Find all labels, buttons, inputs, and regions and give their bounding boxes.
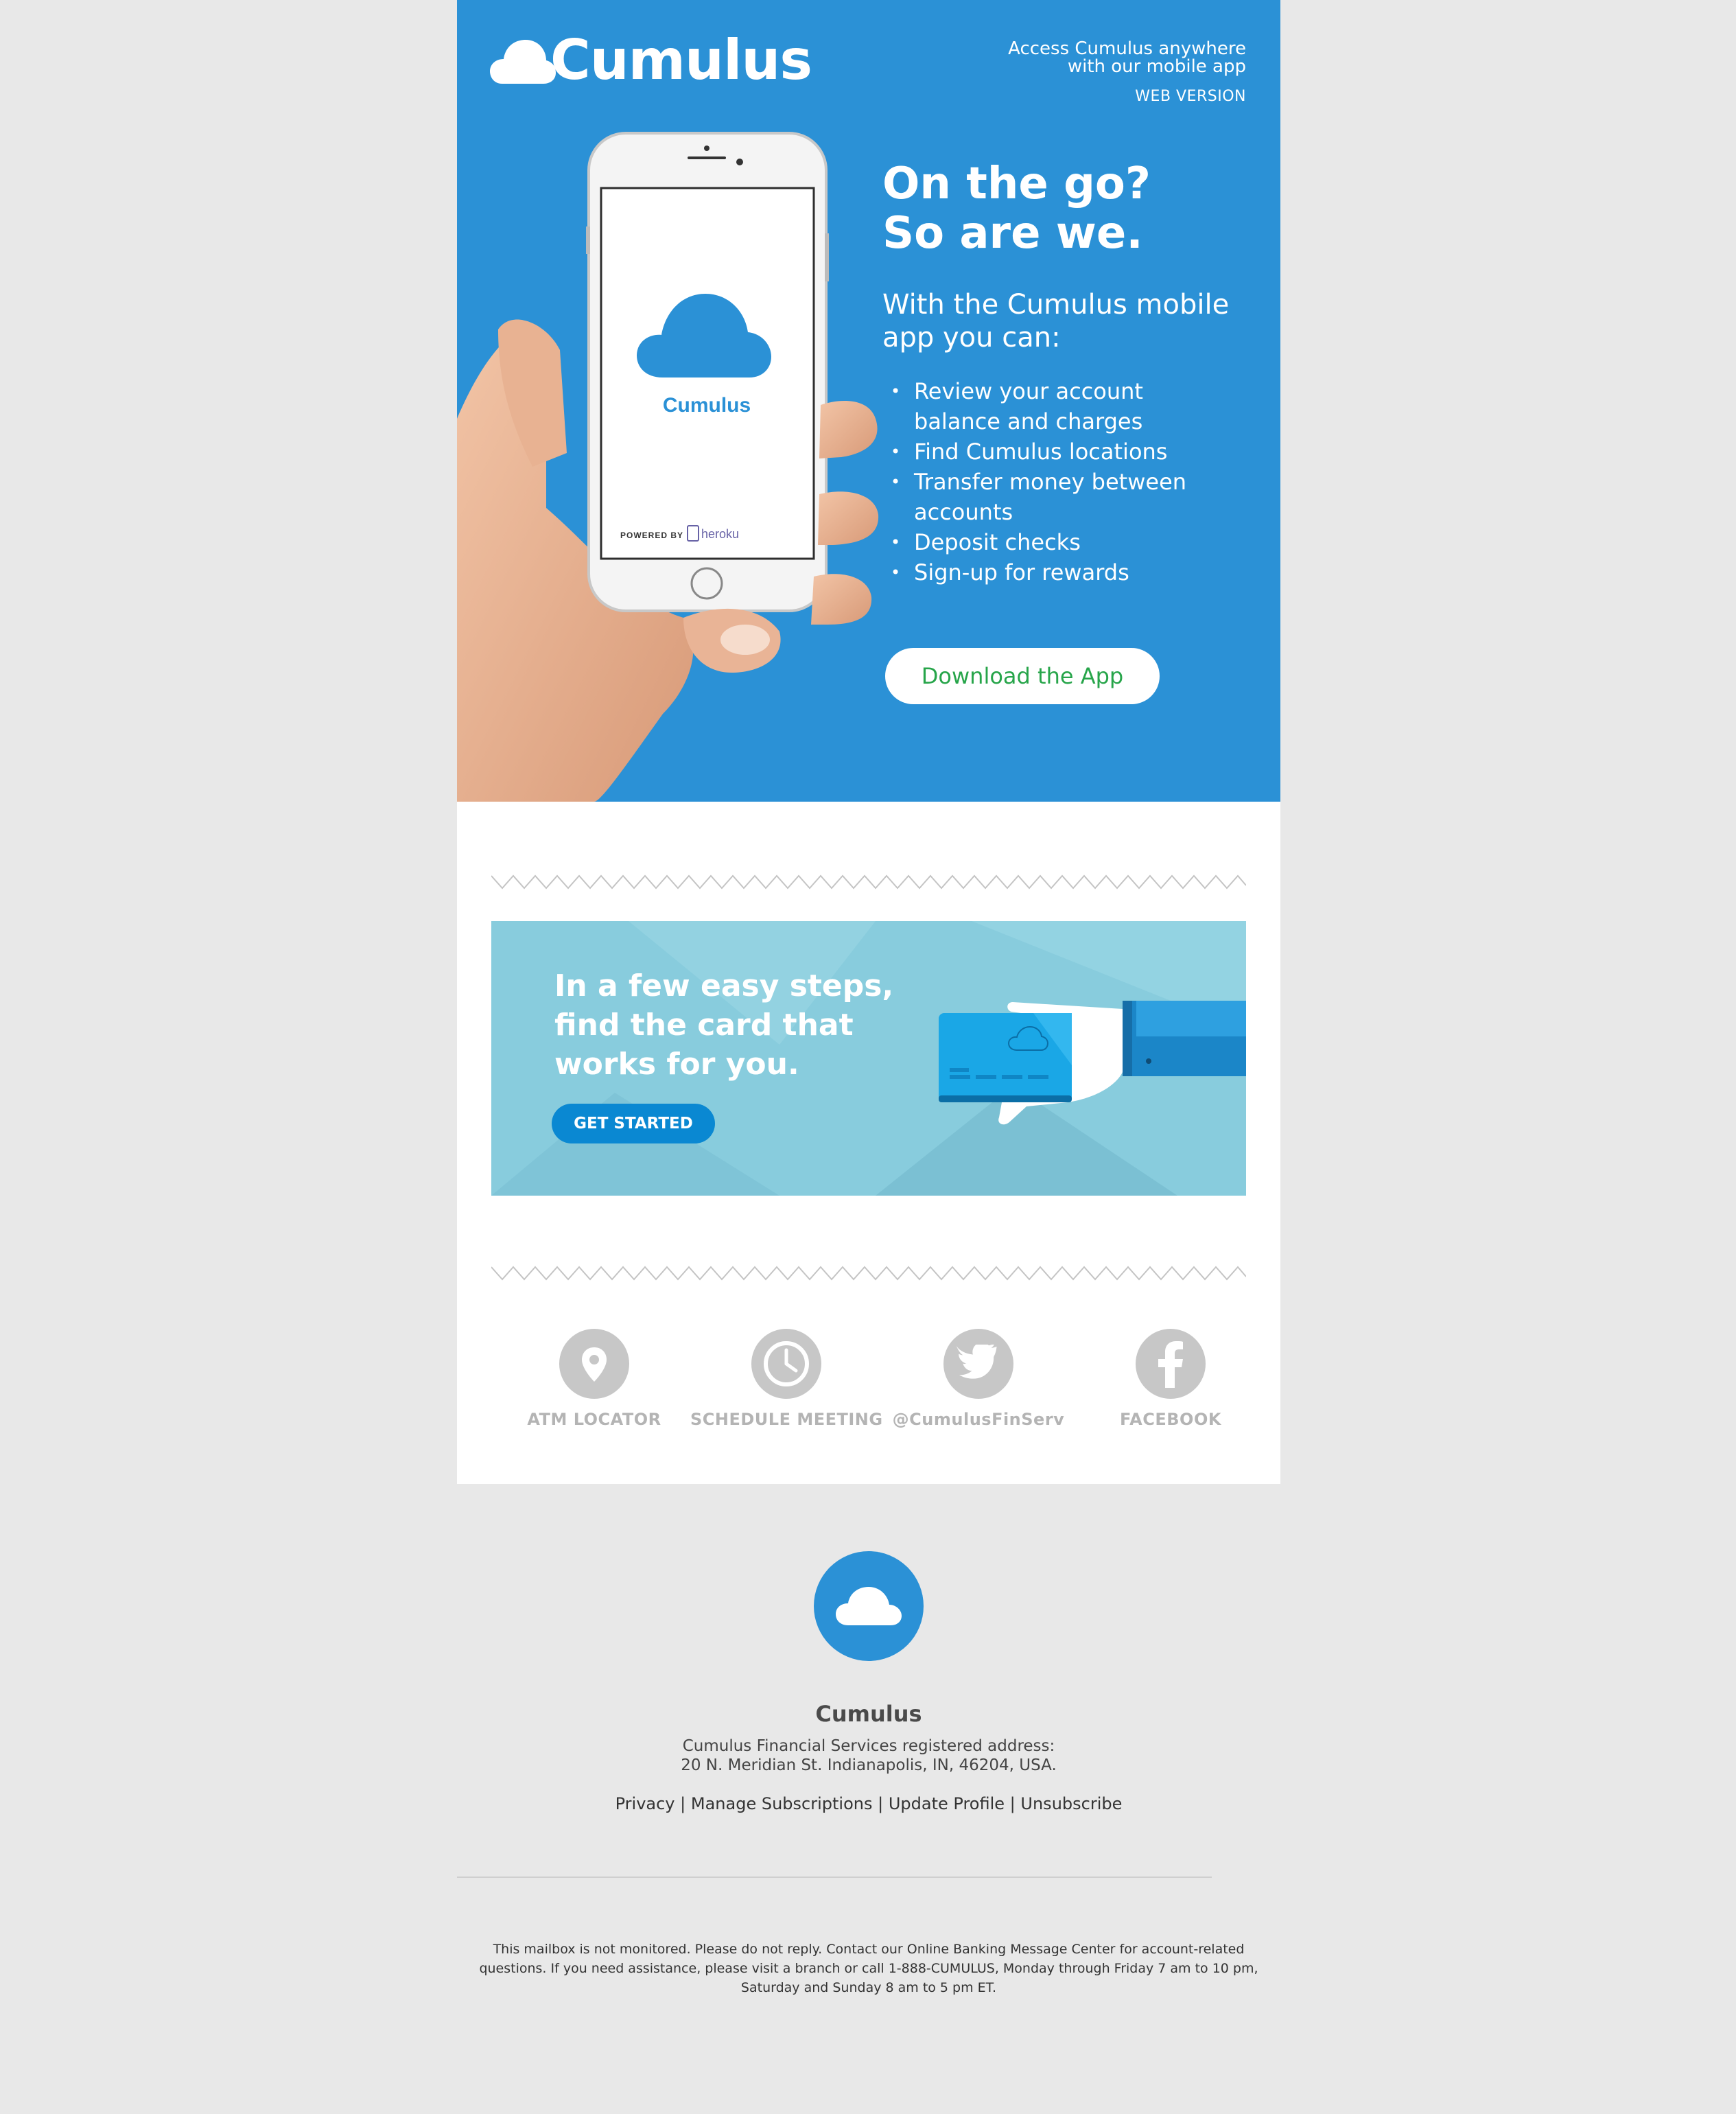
feature-item: Deposit checks xyxy=(891,527,1236,557)
footer-cloud-logo-icon xyxy=(814,1551,924,1661)
feature-item: Review your account balance and charges xyxy=(891,376,1236,437)
link-separator: | xyxy=(680,1794,686,1813)
download-app-button[interactable]: Download the App xyxy=(885,648,1160,704)
map-pin-icon xyxy=(559,1329,629,1399)
privacy-link[interactable]: Privacy xyxy=(615,1794,675,1813)
web-version-link[interactable]: WEB VERSION xyxy=(1008,88,1246,105)
address-line-1: Cumulus Financial Services registered ad… xyxy=(682,1737,1055,1755)
link-separator: | xyxy=(878,1794,884,1813)
quick-links-row: ATM LOCATOR SCHEDULE MEETING @CumulusFin… xyxy=(498,1329,1267,1452)
atm-locator-label: ATM LOCATOR xyxy=(527,1410,661,1429)
feature-item: Transfer money between accounts xyxy=(891,467,1236,527)
facebook-link[interactable]: FACEBOOK xyxy=(1075,1329,1267,1452)
twitter-icon xyxy=(943,1329,1013,1399)
phone-app-name: Cumulus xyxy=(663,394,751,417)
headline-line-2: So are we. xyxy=(882,208,1143,259)
promo-line-1: Access Cumulus anywhere xyxy=(1008,38,1246,59)
content-section: In a few easy steps, find the card that … xyxy=(457,802,1280,1484)
twitter-handle-label: @CumulusFinServ xyxy=(892,1410,1065,1429)
banner-headline: In a few easy steps, find the card that … xyxy=(554,966,939,1084)
schedule-meeting-label: SCHEDULE MEETING xyxy=(690,1410,883,1429)
hand-holding-phone-image: Cumulus POWERED BY heroku xyxy=(457,132,879,802)
banner-line-3: works for you. xyxy=(554,1047,799,1082)
banner-line-1: In a few easy steps, xyxy=(554,968,894,1003)
footer-links: Privacy | Manage Subscriptions | Update … xyxy=(457,1794,1280,1813)
manage-subscriptions-link[interactable]: Manage Subscriptions xyxy=(691,1794,873,1813)
update-profile-link[interactable]: Update Profile xyxy=(889,1794,1005,1813)
hero-section: Cumulus Access Cumulus anywhere with our… xyxy=(457,0,1280,802)
facebook-label: FACEBOOK xyxy=(1120,1410,1221,1429)
heroku-text: heroku xyxy=(701,527,739,541)
atm-locator-link[interactable]: ATM LOCATOR xyxy=(498,1329,690,1452)
disclaimer-line-2: questions. If you need assistance, pleas… xyxy=(479,1961,1258,1976)
address-line-2: 20 N. Meridian St. Indianapolis, IN, 462… xyxy=(681,1756,1057,1774)
get-started-button[interactable]: GET STARTED xyxy=(552,1104,715,1143)
footer-divider xyxy=(457,1877,1212,1878)
header-promo: Access Cumulus anywhere with our mobile … xyxy=(1008,40,1246,105)
link-separator: | xyxy=(1009,1794,1016,1813)
banner-line-2: find the card that xyxy=(554,1008,854,1043)
unsubscribe-link[interactable]: Unsubscribe xyxy=(1020,1794,1122,1813)
footer-company-name: Cumulus xyxy=(815,1701,922,1727)
cloud-logo-icon xyxy=(490,40,556,84)
logo-wordmark: Cumulus xyxy=(550,28,812,92)
twitter-link[interactable]: @CumulusFinServ xyxy=(882,1329,1075,1452)
hero-subhead: With the Cumulus mobile app you can: xyxy=(882,289,1230,353)
clock-icon xyxy=(751,1329,821,1399)
cumulus-logo[interactable]: Cumulus xyxy=(490,32,812,89)
schedule-meeting-link[interactable]: SCHEDULE MEETING xyxy=(690,1329,882,1452)
email-container: Cumulus Access Cumulus anywhere with our… xyxy=(457,0,1280,2114)
headline-line-1: On the go? xyxy=(882,159,1151,209)
disclaimer-line-3: Saturday and Sunday 8 am to 5 pm ET. xyxy=(740,1980,997,1995)
disclaimer-text: This mailbox is not monitored. Please do… xyxy=(457,1940,1280,1997)
feature-item: Sign-up for rewards xyxy=(891,557,1236,588)
feature-item: Find Cumulus locations xyxy=(891,437,1236,467)
footer: Cumulus Cumulus Financial Services regis… xyxy=(457,1484,1280,2114)
disclaimer-line-1: This mailbox is not monitored. Please do… xyxy=(493,1942,1245,1957)
zigzag-divider-top xyxy=(491,874,1246,890)
hero-headline: On the go? So are we. xyxy=(882,159,1151,258)
feature-list: Review your account balance and charges … xyxy=(891,376,1236,588)
registered-address: Cumulus Financial Services registered ad… xyxy=(457,1736,1280,1775)
facebook-icon xyxy=(1136,1329,1206,1399)
powered-by-text: POWERED BY xyxy=(620,531,683,540)
zigzag-divider-bottom xyxy=(491,1266,1246,1281)
card-promo-banner[interactable]: In a few easy steps, find the card that … xyxy=(491,921,1246,1196)
promo-line-2: with our mobile app xyxy=(1067,56,1246,77)
